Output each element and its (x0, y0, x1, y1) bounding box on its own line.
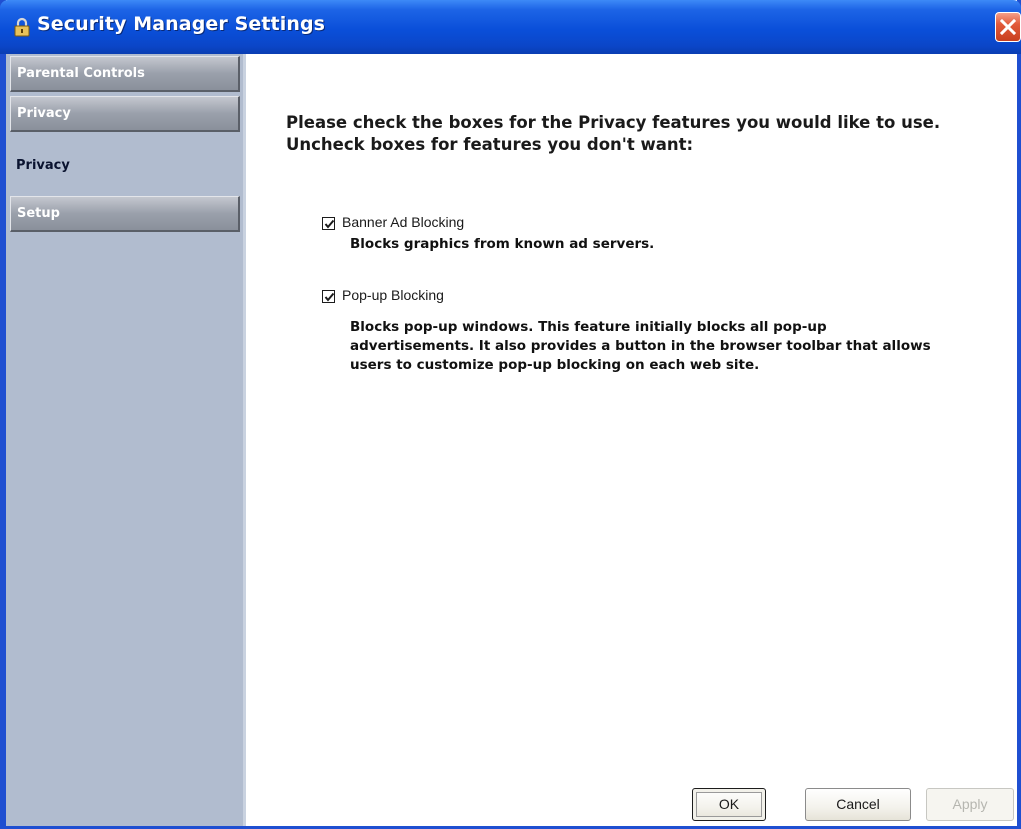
banner-ad-blocking-description: Blocks graphics from known ad servers. (350, 236, 655, 252)
nav-privacy-label: Privacy (17, 106, 71, 121)
close-x-icon (1000, 19, 1016, 35)
nav-setup[interactable]: Setup (10, 196, 240, 232)
banner-ad-blocking-label[interactable]: Banner Ad Blocking (342, 214, 464, 230)
popup-blocking-checkbox[interactable] (322, 290, 335, 303)
checkmark-icon (324, 219, 335, 229)
apply-button[interactable]: Apply (926, 788, 1014, 821)
nav-parental-controls[interactable]: Parental Controls (10, 56, 240, 92)
content-panel: Please check the boxes for the Privacy f… (246, 54, 1017, 826)
padlock-icon (14, 17, 30, 37)
cancel-button[interactable]: Cancel (805, 788, 911, 821)
popup-blocking-label[interactable]: Pop-up Blocking (342, 287, 444, 303)
ok-button[interactable]: OK (692, 788, 766, 821)
sidebar: Parental Controls Privacy Privacy Setup (6, 54, 246, 826)
nav-parental-controls-label: Parental Controls (17, 66, 145, 81)
banner-ad-blocking-checkbox[interactable] (322, 217, 335, 230)
nav-subitem-privacy[interactable]: Privacy (16, 158, 70, 173)
window-title: Security Manager Settings (37, 13, 326, 35)
checkmark-icon (324, 292, 335, 302)
security-manager-window: Security Manager Settings Parental Contr… (0, 0, 1021, 829)
instructions-text: Please check the boxes for the Privacy f… (286, 113, 941, 154)
nav-privacy[interactable]: Privacy (10, 96, 240, 132)
popup-blocking-description: Blocks pop-up windows. This feature init… (350, 319, 931, 373)
title-bar[interactable]: Security Manager Settings (0, 0, 1021, 54)
nav-setup-label: Setup (17, 206, 60, 221)
close-button[interactable] (995, 12, 1021, 42)
